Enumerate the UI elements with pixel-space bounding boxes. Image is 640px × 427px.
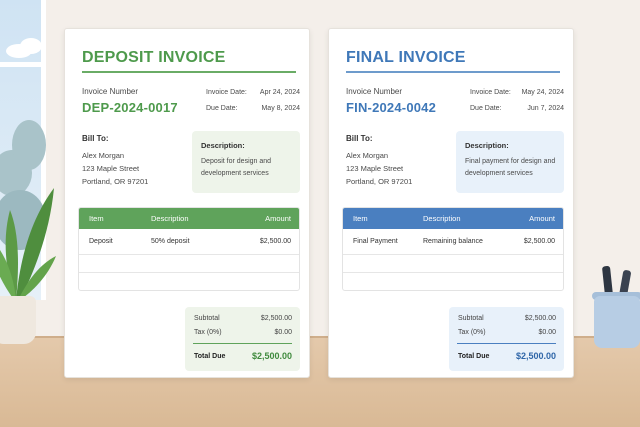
table-row-empty <box>343 273 563 290</box>
bill-to-label: Bill To: <box>346 134 373 143</box>
invoice-number-label: Invoice Number <box>346 87 403 96</box>
deposit-invoice-sheet: DEPOSIT INVOICE Invoice Number DEP-2024-… <box>64 28 310 378</box>
header-description: Description <box>423 214 461 223</box>
final-invoice-sheet: FINAL INVOICE Invoice Number FIN-2024-00… <box>328 28 574 378</box>
description-label: Description: <box>201 141 245 150</box>
table-row: Deposit 50% deposit $2,500.00 <box>79 229 299 255</box>
row-item: Final Payment <box>353 238 398 245</box>
tax-label: Tax (0%) <box>194 329 222 336</box>
subtotal-value: $2,500.00 <box>524 315 556 322</box>
table-header: Item Description Amount <box>79 208 299 229</box>
row-description: 50% deposit <box>151 238 190 245</box>
due-date-label: Due Date: <box>206 105 238 112</box>
line-items-table: Item Description Amount Final Payment Re… <box>342 207 564 291</box>
description-label: Description: <box>465 141 509 150</box>
total-due-label: Total Due <box>194 353 226 360</box>
header-item: Item <box>89 214 104 223</box>
description-text: Final payment for design and development… <box>465 158 556 177</box>
subtotal-label: Subtotal <box>194 315 220 322</box>
totals-divider <box>457 343 556 344</box>
total-due-label: Total Due <box>458 353 490 360</box>
header-amount: Amount <box>265 214 291 223</box>
row-amount: $2,500.00 <box>259 238 291 245</box>
invoice-number: DEP-2024-0017 <box>82 100 178 115</box>
line-items-table: Item Description Amount Deposit 50% depo… <box>78 207 300 291</box>
description-box: Description: Deposit for design and deve… <box>192 131 300 193</box>
header-amount: Amount <box>529 214 555 223</box>
bill-to-street: 123 Maple Street <box>82 164 140 173</box>
total-due-value: $2,500.00 <box>515 351 556 361</box>
tax-value: $0.00 <box>538 329 556 336</box>
tax-value: $0.00 <box>274 329 292 336</box>
row-amount: $2,500.00 <box>523 238 555 245</box>
invoice-number-label: Invoice Number <box>82 87 139 96</box>
totals-box: Subtotal $2,500.00 Tax (0%) $0.00 Total … <box>449 307 564 371</box>
table-row-empty <box>79 255 299 273</box>
plant-pot <box>0 296 36 344</box>
bill-to-street: 123 Maple Street <box>346 164 404 173</box>
totals-box: Subtotal $2,500.00 Tax (0%) $0.00 Total … <box>185 307 300 371</box>
row-item: Deposit <box>89 238 113 245</box>
totals-divider <box>193 343 292 344</box>
bill-to-label: Bill To: <box>82 134 109 143</box>
due-date-label: Due Date: <box>470 105 502 112</box>
pen-cup-icon <box>594 296 640 348</box>
bill-to-city: Portland, OR 97201 <box>346 177 413 186</box>
table-header: Item Description Amount <box>343 208 563 229</box>
bill-to-name: Alex Morgan <box>346 151 389 160</box>
invoice-date-label: Invoice Date: <box>470 89 511 96</box>
title-divider <box>82 71 296 73</box>
bill-to-city: Portland, OR 97201 <box>82 177 149 186</box>
invoice-date-value: May 24, 2024 <box>521 89 564 96</box>
due-date-value: Jun 7, 2024 <box>527 105 564 112</box>
invoice-date-label: Invoice Date: <box>206 89 247 96</box>
bill-to-name: Alex Morgan <box>82 151 125 160</box>
subtotal-value: $2,500.00 <box>260 315 292 322</box>
row-description: Remaining balance <box>423 238 483 245</box>
plant-icon <box>0 188 56 300</box>
invoice-date-value: Apr 24, 2024 <box>259 89 300 96</box>
due-date-value: May 8, 2024 <box>261 105 300 112</box>
table-row: Final Payment Remaining balance $2,500.0… <box>343 229 563 255</box>
title-divider <box>346 71 560 73</box>
invoice-title: FINAL INVOICE <box>346 49 466 66</box>
subtotal-label: Subtotal <box>458 315 484 322</box>
description-text: Deposit for design and development servi… <box>201 158 272 177</box>
table-row-empty <box>79 273 299 290</box>
header-description: Description <box>151 214 189 223</box>
total-due-value: $2,500.00 <box>251 351 292 361</box>
table-row-empty <box>343 255 563 273</box>
invoice-title: DEPOSIT INVOICE <box>82 49 226 66</box>
tax-label: Tax (0%) <box>458 329 486 336</box>
description-box: Description: Final payment for design an… <box>456 131 564 193</box>
header-item: Item <box>353 214 368 223</box>
invoice-number: FIN-2024-0042 <box>346 100 437 115</box>
